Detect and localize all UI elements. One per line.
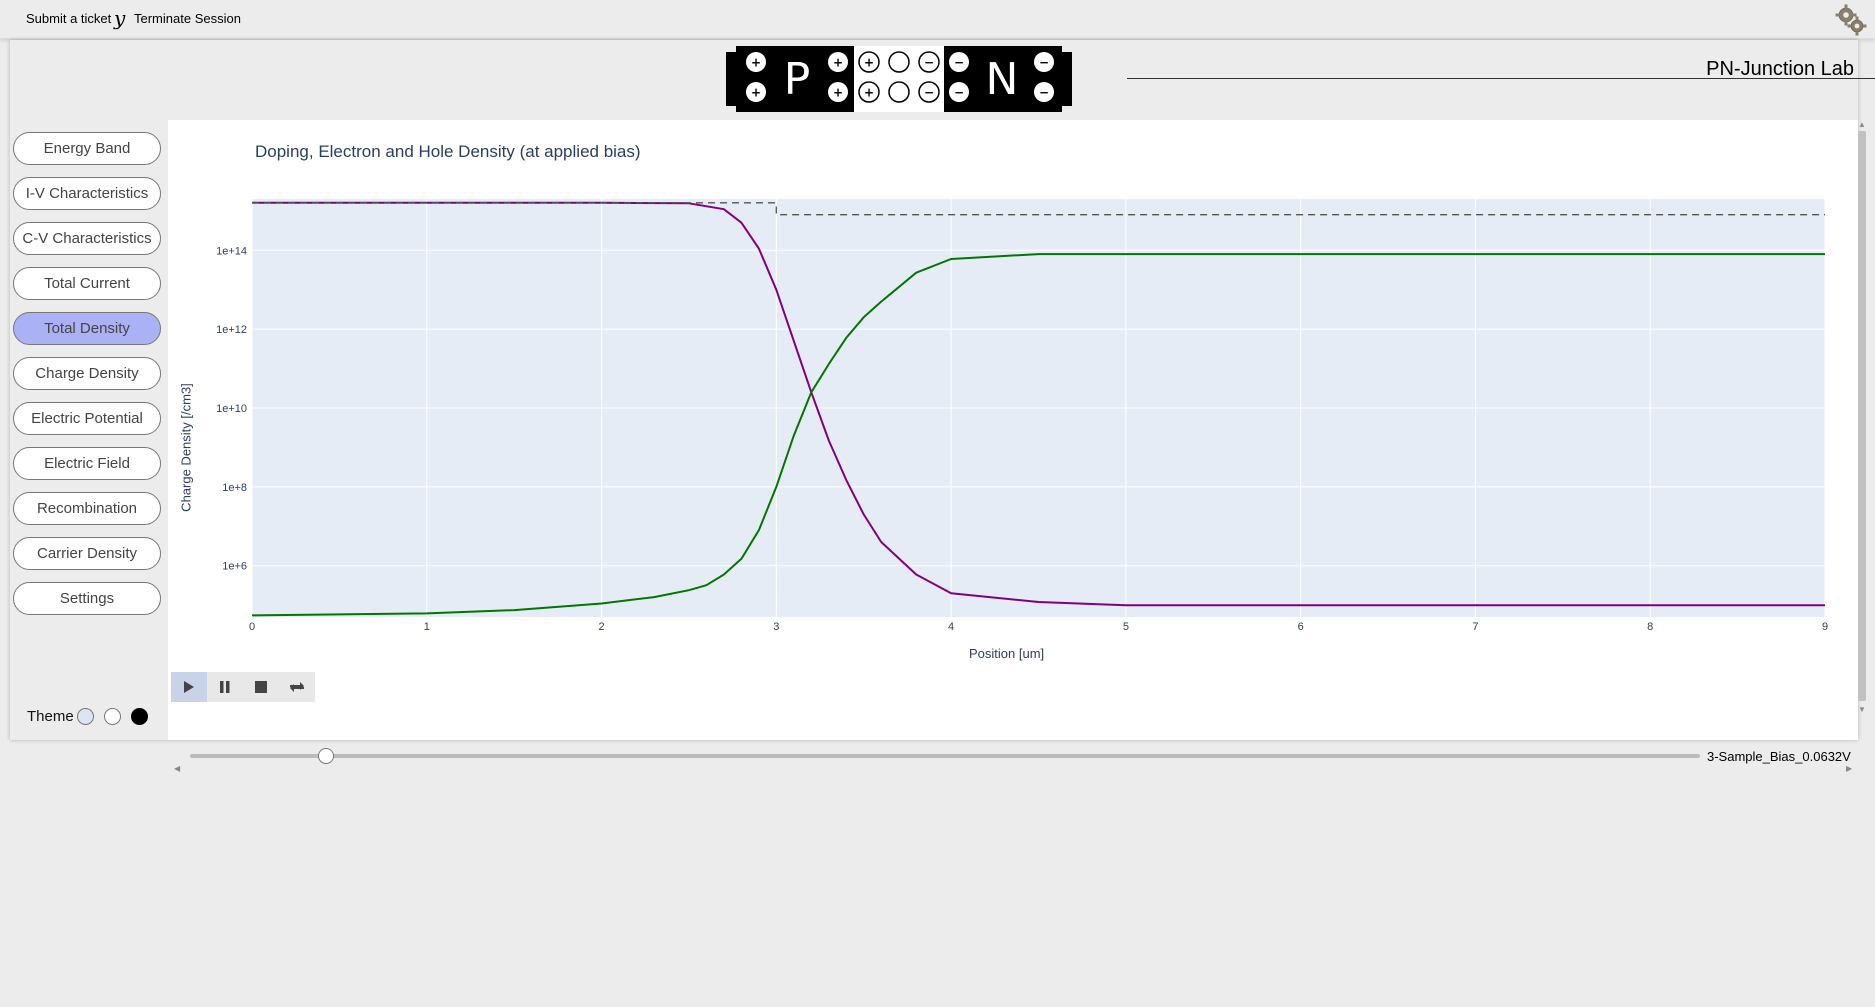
svg-text:+: + xyxy=(833,56,843,70)
submit-ticket-link[interactable]: Submit a ticket xyxy=(26,11,111,26)
vertical-scrollbar[interactable]: ▲ ▼ xyxy=(1856,120,1868,720)
svg-text:−: − xyxy=(1039,86,1049,100)
nav-electric-field-button[interactable]: Electric Field xyxy=(13,447,161,480)
scroll-left-icon[interactable]: ◀ xyxy=(174,764,180,773)
y-tick-label: 1e+14 xyxy=(216,245,247,257)
y-tick-label: 1e+12 xyxy=(216,324,247,336)
scroll-up-icon[interactable]: ▲ xyxy=(1858,120,1866,129)
theme-black-option[interactable] xyxy=(131,708,148,725)
frame-label: 3-Sample_Bias_0.0632V xyxy=(1707,749,1851,764)
app-panel: + + + + + + − − − − − − P N PN-Junction … xyxy=(10,40,1875,773)
svg-text:−: − xyxy=(924,56,934,70)
theme-light-blue-option[interactable] xyxy=(77,708,94,725)
svg-text:−: − xyxy=(1039,56,1049,70)
loop-button[interactable] xyxy=(279,672,315,702)
separator: y xyxy=(114,6,126,30)
terminate-session-link[interactable]: Terminate Session xyxy=(134,11,241,26)
theme-label: Theme xyxy=(27,708,74,725)
y-axis-label: Charge Density [/cm3] xyxy=(178,383,194,512)
gear-icon[interactable] xyxy=(1833,3,1867,37)
x-axis-label: Position [um] xyxy=(969,646,1045,661)
nav-energy-band-button[interactable]: Energy Band xyxy=(13,132,161,165)
frame-slider-track[interactable] xyxy=(190,754,1700,758)
frame-slider-thumb[interactable] xyxy=(317,748,334,764)
svg-text:−: − xyxy=(954,86,964,100)
pause-button[interactable] xyxy=(207,672,243,702)
x-tick-label: 0 xyxy=(249,621,255,633)
svg-text:P: P xyxy=(784,54,811,105)
x-tick-label: 5 xyxy=(1123,621,1129,633)
svg-text:+: + xyxy=(864,86,874,100)
scroll-right-icon[interactable]: ▶ xyxy=(1846,764,1852,773)
density-chart[interactable]: 0 1 2 3 4 5 6 7 8 9 1e+6 1e+8 1e+10 1e+12 1e+14 xyxy=(168,120,1858,680)
svg-text:+: + xyxy=(864,56,874,70)
scrollbar-thumb[interactable] xyxy=(1858,131,1866,701)
svg-text:−: − xyxy=(954,56,964,70)
x-tick-label: 6 xyxy=(1298,621,1304,633)
pn-junction-logo: + + + + + + − − − − − − P N xyxy=(726,46,1072,112)
x-tick-label: 3 xyxy=(773,621,779,633)
svg-text:N: N xyxy=(986,54,1019,105)
nav-recombination-button[interactable]: Recombination xyxy=(13,492,161,525)
nav-settings-button[interactable]: Settings xyxy=(13,582,161,615)
svg-text:−: − xyxy=(924,86,934,100)
x-tick-label: 1 xyxy=(424,621,430,633)
x-tick-label: 8 xyxy=(1647,621,1653,633)
top-bar: Submit a ticket y Terminate Session xyxy=(0,0,1875,39)
nav-cv-characteristics-button[interactable]: C-V Characteristics xyxy=(13,222,161,255)
y-tick-label: 1e+6 xyxy=(222,561,247,573)
svg-text:+: + xyxy=(751,86,761,100)
y-tick-label: 1e+10 xyxy=(216,403,247,415)
x-tick-label: 2 xyxy=(598,621,604,633)
x-tick-label: 7 xyxy=(1472,621,1478,633)
x-tick-label: 4 xyxy=(948,621,954,633)
nav-total-current-button[interactable]: Total Current xyxy=(13,267,161,300)
svg-text:+: + xyxy=(833,86,843,100)
page-title: PN-Junction Lab xyxy=(1706,58,1854,80)
svg-text:+: + xyxy=(751,56,761,70)
nav-electric-potential-button[interactable]: Electric Potential xyxy=(13,402,161,435)
nav-iv-characteristics-button[interactable]: I-V Characteristics xyxy=(13,177,161,210)
nav-charge-density-button[interactable]: Charge Density xyxy=(13,357,161,390)
stop-button[interactable] xyxy=(243,672,279,702)
chart-title: Doping, Electron and Hole Density (at ap… xyxy=(255,142,641,161)
nav-carrier-density-button[interactable]: Carrier Density xyxy=(13,537,161,570)
play-button[interactable] xyxy=(171,672,207,702)
plot-area: 0 1 2 3 4 5 6 7 8 9 1e+6 1e+8 1e+10 1e+12 1e+14 Doping… xyxy=(168,120,1858,740)
scroll-down-icon[interactable]: ▼ xyxy=(1858,705,1866,714)
theme-white-option[interactable] xyxy=(104,708,121,725)
nav-total-density-button[interactable]: Total Density xyxy=(13,312,161,345)
x-tick-label: 9 xyxy=(1822,621,1828,633)
y-tick-label: 1e+8 xyxy=(222,482,247,494)
